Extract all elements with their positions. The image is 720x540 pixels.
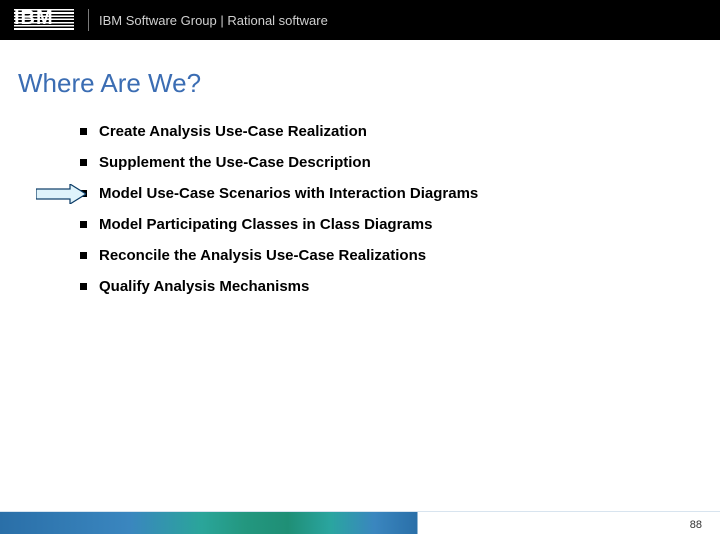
bullet-icon	[80, 283, 87, 290]
bullet-icon	[80, 159, 87, 166]
bullet-label: Create Analysis Use-Case Realization	[99, 123, 367, 140]
bullet-icon	[80, 221, 87, 228]
ibm-logo-stripes	[14, 9, 74, 31]
current-arrow-icon	[36, 184, 86, 204]
bullet-label: Reconcile the Analysis Use-Case Realizat…	[99, 247, 426, 264]
list-item: Create Analysis Use-Case Realization	[80, 123, 720, 140]
header-bar: IBM Software Group | Rational software	[0, 0, 720, 40]
bullet-icon	[80, 128, 87, 135]
header-divider	[88, 9, 89, 31]
list-item: Qualify Analysis Mechanisms	[80, 278, 720, 295]
footer-band	[0, 512, 720, 534]
bullet-list: Create Analysis Use-Case Realization Sup…	[0, 117, 720, 295]
bullet-label: Qualify Analysis Mechanisms	[99, 278, 309, 295]
list-item: Model Use-Case Scenarios with Interactio…	[80, 185, 720, 202]
bullet-label: Model Use-Case Scenarios with Interactio…	[99, 185, 478, 202]
page-number: 88	[690, 519, 702, 531]
header-text: IBM Software Group | Rational software	[99, 13, 328, 28]
ibm-logo	[14, 9, 74, 31]
footer: 88	[0, 506, 720, 540]
bullet-label: Model Participating Classes in Class Dia…	[99, 216, 432, 233]
list-item: Reconcile the Analysis Use-Case Realizat…	[80, 247, 720, 264]
list-item: Supplement the Use-Case Description	[80, 154, 720, 171]
list-item: Model Participating Classes in Class Dia…	[80, 216, 720, 233]
bullet-label: Supplement the Use-Case Description	[99, 154, 371, 171]
bullet-icon	[80, 252, 87, 259]
page-title: Where Are We?	[0, 40, 720, 117]
